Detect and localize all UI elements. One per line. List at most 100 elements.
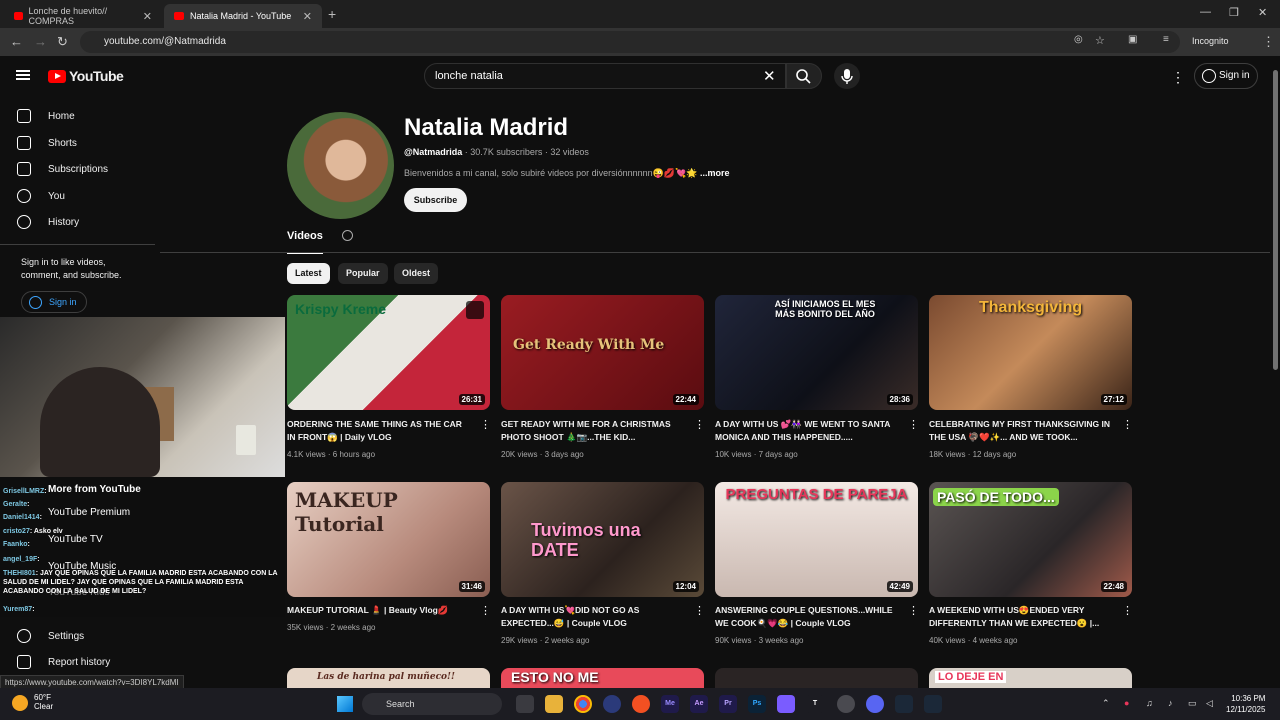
video-thumbnail[interactable]: LO DEJE EN — [929, 668, 1132, 688]
volume-icon[interactable]: ♫ — [1146, 698, 1153, 708]
speaker-icon[interactable]: ◁ — [1206, 698, 1213, 709]
sidebar-item-you[interactable]: You — [0, 183, 155, 209]
video-thumbnail[interactable]: Thanksgiving 27:12 — [929, 295, 1132, 410]
video-options-icon[interactable]: ⋮ — [480, 418, 491, 431]
sign-in-button[interactable]: Sign in — [1194, 63, 1258, 89]
app-icon[interactable] — [924, 695, 942, 713]
file-explorer-icon[interactable] — [545, 695, 563, 713]
windows-start-icon[interactable] — [337, 696, 353, 712]
app-icon[interactable] — [777, 695, 795, 713]
browser-tab[interactable]: Lonche de huevito// COMPRAS ✕ — [4, 4, 162, 28]
sidebar-sign-in-button[interactable]: Sign in — [21, 291, 87, 313]
browser-tab-active[interactable]: Natalia Madrid - YouTube ✕ — [164, 4, 322, 28]
task-view-icon[interactable] — [516, 695, 534, 713]
minimize-icon[interactable]: — — [1200, 6, 1211, 18]
video-title[interactable]: MAKEUP TUTORIAL 💄 | Beauty Vlog💋 — [287, 604, 472, 617]
video-options-icon[interactable]: ⋮ — [694, 604, 705, 617]
more-link[interactable]: ...more — [700, 168, 730, 178]
video-options-icon[interactable]: ⋮ — [694, 418, 705, 431]
video-options-icon[interactable]: ⋮ — [908, 418, 919, 431]
network-icon[interactable]: ▭ — [1188, 698, 1197, 709]
video-options-icon[interactable]: ⋮ — [1122, 604, 1133, 617]
video-title[interactable]: GET READY WITH ME FOR A CHRISTMAS PHOTO … — [501, 418, 686, 444]
video-title[interactable]: ANSWERING COUPLE QUESTIONS...WHILE WE CO… — [715, 604, 900, 630]
video-thumbnail[interactable]: PASÓ DE TODO... 22:48 — [929, 482, 1132, 597]
video-options-icon[interactable]: ⋮ — [1122, 418, 1133, 431]
channel-description[interactable]: Bienvenidos a mi canal, solo subiré vide… — [404, 168, 730, 179]
video-thumbnail[interactable]: Tuvimos una DATE 12:04 — [501, 482, 704, 597]
chip-oldest[interactable]: Oldest — [394, 263, 439, 284]
sidebar-item-shorts[interactable]: Shorts — [0, 130, 155, 156]
back-icon[interactable]: ← — [10, 34, 23, 49]
watch-later-icon[interactable] — [466, 301, 484, 319]
photoshop-icon[interactable]: Ps — [748, 695, 766, 713]
sidebar-item-subscriptions[interactable]: Subscriptions — [0, 156, 155, 182]
taskbar-clock[interactable]: 10:36 PM 12/11/2025 — [1226, 693, 1265, 715]
weather-widget[interactable]: 60°F Clear — [34, 693, 53, 711]
video-options-icon[interactable]: ⋮ — [480, 604, 491, 617]
incognito-label[interactable]: Incognito — [1192, 36, 1229, 46]
search-button[interactable] — [786, 63, 822, 89]
tray-app-icon[interactable]: ● — [1124, 698, 1129, 708]
taskbar-search[interactable]: Search — [362, 693, 502, 715]
video-thumbnail[interactable]: MAKEUP Tutorial 31:46 — [287, 482, 490, 597]
media-encoder-icon[interactable]: Me — [661, 695, 679, 713]
extensions-icon[interactable]: ▣ — [1128, 34, 1137, 45]
menu-icon[interactable] — [16, 70, 30, 80]
chrome-icon[interactable] — [574, 695, 592, 713]
clear-search-icon[interactable]: ✕ — [763, 67, 776, 85]
reload-icon[interactable]: ↻ — [57, 34, 68, 50]
video-thumbnail[interactable]: Las de harina pal muñeco!! — [287, 668, 490, 688]
voice-search-button[interactable] — [834, 63, 860, 89]
channel-avatar[interactable] — [287, 112, 394, 219]
bookmark-star-icon[interactable]: ☆ — [1095, 34, 1105, 47]
video-title[interactable]: ORDERING THE SAME THING AS THE CAR IN FR… — [287, 418, 472, 444]
video-thumbnail[interactable]: Krispy Kreme 26:31 — [287, 295, 490, 410]
chip-latest[interactable]: Latest — [287, 263, 330, 284]
premiere-icon[interactable]: Pr — [719, 695, 737, 713]
video-thumbnail[interactable]: ESTO NO ME — [501, 668, 704, 688]
after-effects-icon[interactable]: Ae — [690, 695, 708, 713]
channel-search-icon[interactable] — [342, 230, 353, 241]
close-tab-icon[interactable]: ✕ — [303, 10, 312, 23]
tab-videos[interactable]: Videos — [287, 230, 323, 254]
settings-kebab-icon[interactable]: ⋮ — [1171, 69, 1185, 86]
youtube-logo[interactable]: YouTube — [48, 68, 124, 84]
forward-icon[interactable]: → — [34, 34, 47, 49]
scrollbar-thumb[interactable] — [1273, 70, 1278, 370]
video-thumbnail[interactable]: ASÍ INICIAMOS EL MES MÁS BONITO DEL AÑO … — [715, 295, 918, 410]
weather-icon[interactable] — [12, 695, 28, 711]
video-title[interactable]: A DAY WITH US 💕👭🏻 WE WENT TO SANTA MONIC… — [715, 418, 900, 444]
chip-popular[interactable]: Popular — [338, 263, 388, 284]
video-thumbnail[interactable]: PREGUNTAS DE PAREJA 42:49 — [715, 482, 918, 597]
sidebar-item-history[interactable]: History — [0, 209, 155, 235]
video-title[interactable]: A WEEKEND WITH US😍ENDED VERY DIFFERENTLY… — [929, 604, 1114, 630]
obs-icon[interactable] — [837, 695, 855, 713]
video-thumbnail[interactable] — [715, 668, 918, 688]
video-options-icon[interactable]: ⋮ — [908, 604, 919, 617]
close-tab-icon[interactable]: ✕ — [143, 10, 152, 23]
app-icon[interactable]: T — [806, 695, 824, 713]
browser-menu-icon[interactable]: ⋮ — [1262, 34, 1275, 50]
eye-off-icon[interactable]: ◎ — [1074, 34, 1083, 45]
page-scrollbar[interactable] — [1271, 56, 1280, 686]
video-title[interactable]: CELEBRATING MY FIRST THANKSGIVING IN THE… — [929, 418, 1114, 444]
discord-icon[interactable] — [866, 695, 884, 713]
url-field[interactable]: youtube.com/@Natmadrida — [80, 31, 1180, 53]
search-input[interactable]: lonche natalia — [424, 63, 786, 89]
close-window-icon[interactable]: ✕ — [1258, 6, 1267, 19]
app-icon[interactable] — [632, 695, 650, 713]
reading-list-icon[interactable]: ≡ — [1163, 34, 1169, 45]
subscribe-button[interactable]: Subscribe — [404, 188, 467, 212]
steam-icon[interactable] — [895, 695, 913, 713]
microphone-tray-icon[interactable]: ♪ — [1168, 698, 1173, 708]
sidebar-item-report-history[interactable]: Report history — [0, 649, 155, 675]
video-thumbnail[interactable]: Get Ready With Me 22:44 — [501, 295, 704, 410]
video-title[interactable]: A DAY WITH US💘DID NOT GO AS EXPECTED...😅… — [501, 604, 686, 630]
tray-chevron-icon[interactable]: ⌃ — [1102, 698, 1110, 709]
maximize-icon[interactable]: ❐ — [1229, 6, 1239, 19]
sidebar-item-settings[interactable]: Settings — [0, 623, 155, 649]
sidebar-item-home[interactable]: Home — [0, 103, 155, 129]
app-icon[interactable] — [603, 695, 621, 713]
new-tab-button[interactable]: + — [328, 6, 336, 22]
